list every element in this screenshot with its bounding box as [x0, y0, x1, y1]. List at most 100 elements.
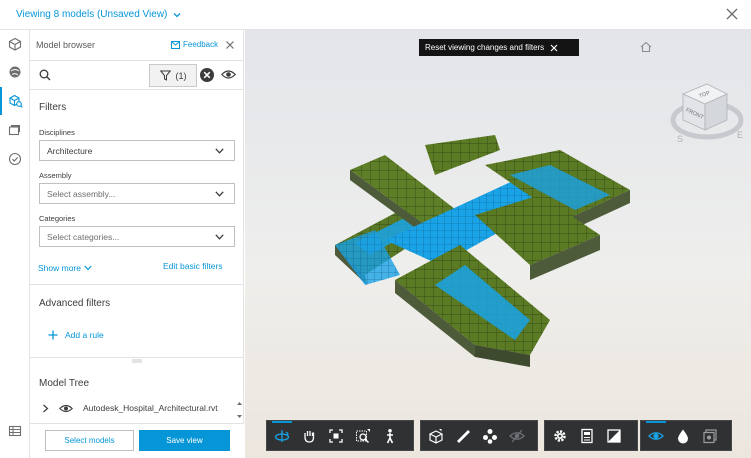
home-icon[interactable]: [640, 41, 652, 53]
pan-icon: [304, 430, 315, 443]
chevron-down-icon: [215, 191, 224, 197]
eye-icon[interactable]: [59, 403, 73, 414]
mail-icon: [171, 40, 180, 49]
show-more-label: Show more: [38, 263, 81, 273]
rail-checklists[interactable]: [0, 145, 30, 173]
chevron-down-icon: [173, 12, 181, 17]
measure-icon: [457, 429, 470, 443]
visibility-toolbar: [640, 420, 732, 451]
categories-select[interactable]: Select categories...: [39, 226, 235, 247]
first-person-icon: [386, 428, 394, 443]
close-icon[interactable]: [550, 44, 558, 52]
rail-models[interactable]: [0, 30, 30, 58]
disciplines-select[interactable]: Architecture: [39, 140, 235, 161]
properties-icon: [581, 428, 593, 443]
appearance-icon: [678, 429, 688, 443]
properties-tool[interactable]: [575, 424, 599, 448]
clear-filter-icon[interactable]: [199, 67, 215, 83]
divider: [30, 284, 244, 285]
appearance-tool[interactable]: [671, 424, 695, 448]
show-more-link[interactable]: Show more: [38, 263, 92, 273]
feedback-link[interactable]: Feedback: [171, 40, 218, 49]
disciplines-label: Disciplines: [39, 128, 75, 137]
add-rule-label: Add a rule: [65, 330, 104, 340]
fit-to-view-icon: [329, 428, 343, 443]
assembly-select[interactable]: Select assembly...: [39, 183, 235, 204]
measure-tool[interactable]: [451, 424, 475, 448]
assembly-placeholder: Select assembly...: [47, 189, 116, 199]
tree-item-label: Autodesk_Hospital_Architectural.rvt: [83, 403, 218, 413]
rail-model-browser[interactable]: [0, 87, 30, 115]
fullscreen-tool[interactable]: [602, 424, 626, 448]
fit-to-view-tool[interactable]: [324, 424, 348, 448]
navigation-toolbar: [266, 420, 414, 451]
visibility-icon: [648, 431, 664, 440]
ghosting-icon: [509, 429, 525, 442]
filter-toggle-button[interactable]: (1): [149, 64, 197, 87]
reset-view-banner[interactable]: Reset viewing changes and filters: [419, 39, 579, 56]
divider: [30, 357, 244, 358]
search-icon: [39, 69, 51, 81]
panel-header: Model browser Feedback: [30, 30, 244, 60]
3d-viewer[interactable]: Reset viewing changes and filters TOP FR…: [245, 30, 751, 458]
assembly-label: Assembly: [39, 171, 72, 180]
compass-south-label: S: [677, 134, 683, 144]
scrollbar[interactable]: [235, 400, 244, 420]
reset-banner-label: Reset viewing changes and filters: [425, 43, 545, 52]
pan-tool[interactable]: [297, 424, 321, 448]
filter-count: (1): [175, 70, 187, 81]
checklist-icon: [8, 152, 22, 166]
save-view-button[interactable]: Save view: [139, 430, 230, 451]
visibility-tool[interactable]: [644, 420, 668, 448]
filter-icon: [159, 70, 171, 81]
rail-views[interactable]: [0, 58, 30, 86]
section-box-tool[interactable]: [424, 424, 448, 448]
advanced-filters-heading: Advanced filters: [39, 298, 111, 309]
categories-placeholder: Select categories...: [47, 232, 120, 242]
settings-tool[interactable]: [548, 424, 572, 448]
rail-table[interactable]: [0, 417, 30, 445]
rail-issues[interactable]: [0, 116, 30, 144]
documents-icon: [703, 428, 717, 443]
model-tree-heading: Model Tree: [39, 378, 90, 389]
orbit-tool[interactable]: [270, 420, 294, 448]
search-input[interactable]: [56, 67, 146, 83]
model-browser-panel: Model browser Feedback (1) Filters Disci…: [30, 30, 244, 458]
viewcube[interactable]: TOP FRONT S E: [665, 58, 745, 150]
disciplines-value: Architecture: [47, 146, 93, 156]
view-selector[interactable]: Viewing 8 models (Unsaved View): [16, 9, 182, 20]
add-rule-button[interactable]: Add a rule: [48, 330, 104, 340]
chevron-down-icon: [215, 234, 224, 240]
select-models-button[interactable]: Select models: [45, 430, 134, 451]
zoom-window-tool[interactable]: [351, 424, 375, 448]
close-icon[interactable]: [225, 40, 235, 50]
chevron-down-icon: [84, 265, 92, 271]
view-title: Viewing 8 models (Unsaved View): [16, 9, 168, 20]
search-bar: (1): [30, 60, 244, 90]
resize-handle[interactable]: [132, 359, 142, 363]
close-icon[interactable]: [725, 7, 739, 21]
explode-tool[interactable]: [478, 424, 502, 448]
modeling-toolbar: [420, 420, 538, 451]
compass-east-label: E: [737, 130, 743, 140]
documents-tool[interactable]: [698, 424, 722, 448]
edit-basic-filters-link[interactable]: Edit basic filters: [163, 261, 223, 271]
panel-title: Model browser: [36, 40, 96, 50]
ghosting-tool[interactable]: [505, 424, 529, 448]
hospital-building-model: [335, 135, 630, 367]
models-icon: [8, 37, 22, 51]
zoom-window-icon: [356, 428, 370, 443]
orbit-icon: [274, 429, 290, 442]
chevron-right-icon[interactable]: [42, 404, 49, 413]
settings-icon: [554, 429, 566, 442]
plus-icon: [48, 330, 58, 340]
views-icon: [9, 66, 21, 78]
table-icon: [8, 425, 22, 437]
first-person-tool[interactable]: [378, 424, 402, 448]
settings-toolbar: [544, 420, 638, 451]
eye-icon[interactable]: [221, 68, 236, 81]
model-browser-icon: [9, 94, 23, 108]
chevron-down-icon: [215, 148, 224, 154]
issues-icon: [8, 125, 20, 136]
tree-item[interactable]: Autodesk_Hospital_Architectural.rvt: [30, 402, 235, 416]
